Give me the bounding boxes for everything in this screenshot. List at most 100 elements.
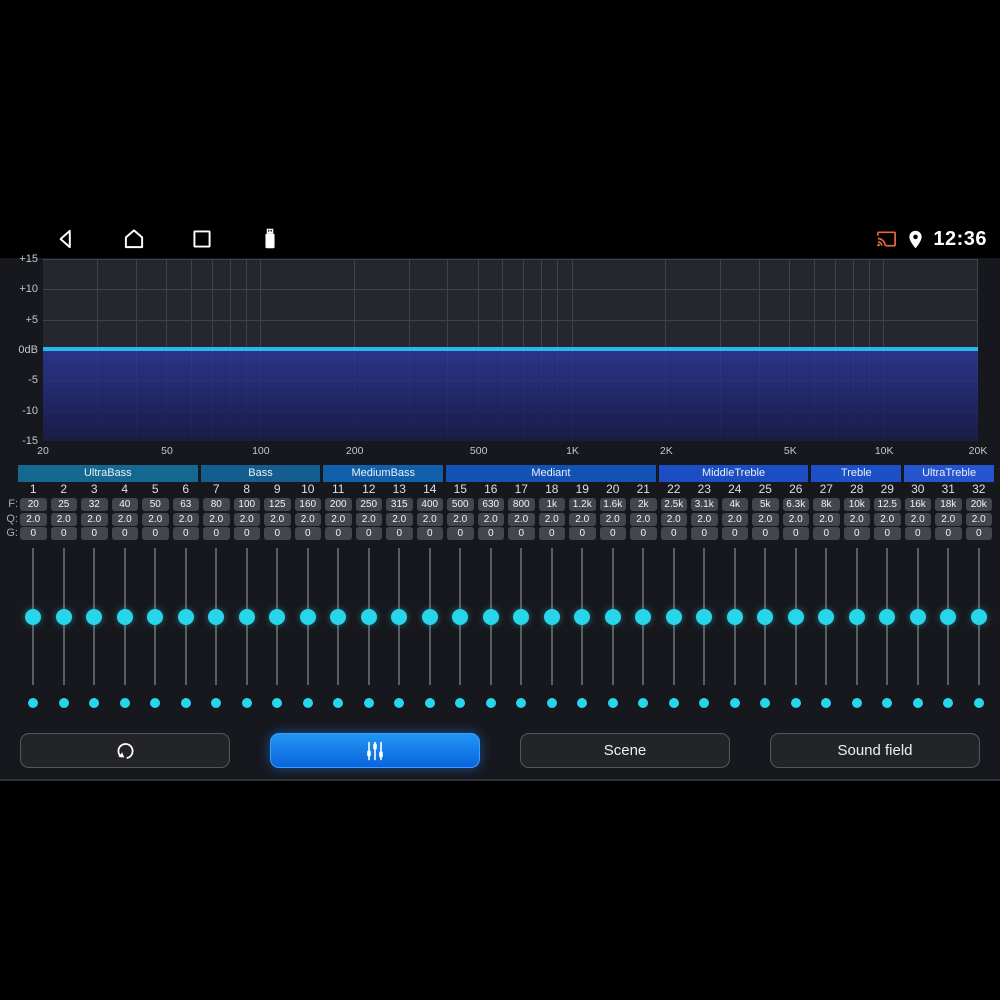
eq-band-slider[interactable]	[689, 548, 720, 685]
slider-knob[interactable]	[665, 608, 682, 625]
band-q-cell[interactable]: 2.0	[20, 512, 47, 526]
band-indicator[interactable]	[354, 696, 385, 709]
band-q-cell[interactable]: 2.0	[386, 512, 413, 526]
eq-band-slider[interactable]	[201, 548, 232, 685]
slider-knob[interactable]	[86, 608, 103, 625]
band-gain-cell[interactable]: 0	[721, 527, 748, 540]
band-indicator[interactable]	[110, 696, 141, 709]
slider-knob[interactable]	[543, 608, 560, 625]
band-gain-cell[interactable]: 0	[508, 527, 535, 540]
band-gain-cell[interactable]: 0	[264, 527, 291, 540]
band-frequency-cell[interactable]: 32	[81, 498, 108, 511]
band-q-cell[interactable]: 2.0	[752, 512, 779, 526]
band-indicator[interactable]	[842, 696, 873, 709]
band-q-cell[interactable]: 2.0	[935, 512, 962, 526]
band-gain-cell[interactable]: 0	[111, 527, 138, 540]
slider-knob[interactable]	[818, 608, 835, 625]
band-frequency-cell[interactable]: 160	[294, 498, 321, 511]
eq-band-slider[interactable]	[781, 548, 812, 685]
eq-band-slider[interactable]	[720, 548, 751, 685]
band-indicator[interactable]	[720, 696, 751, 709]
band-gain-cell[interactable]: 0	[874, 527, 901, 540]
band-indicator[interactable]	[659, 696, 690, 709]
band-q-cell[interactable]: 2.0	[782, 512, 809, 526]
scene-button[interactable]: Scene	[520, 733, 730, 768]
band-indicator[interactable]	[567, 696, 598, 709]
eq-band-slider[interactable]	[79, 548, 110, 685]
slider-knob[interactable]	[574, 608, 591, 625]
band-gain-cell[interactable]: 0	[416, 527, 443, 540]
band-frequency-cell[interactable]: 10k	[843, 498, 870, 511]
band-indicator[interactable]	[445, 696, 476, 709]
band-indicator[interactable]	[262, 696, 293, 709]
band-frequency-cell[interactable]: 12.5	[874, 498, 901, 511]
slider-knob[interactable]	[116, 608, 133, 625]
band-frequency-cell[interactable]: 3.1k	[691, 498, 718, 511]
band-gain-cell[interactable]: 0	[50, 527, 77, 540]
reset-button[interactable]	[20, 733, 230, 768]
slider-knob[interactable]	[635, 608, 652, 625]
band-indicator[interactable]	[415, 696, 446, 709]
band-q-cell[interactable]: 2.0	[843, 512, 870, 526]
eq-band-slider[interactable]	[506, 548, 537, 685]
slider-knob[interactable]	[757, 608, 774, 625]
band-gain-cell[interactable]: 0	[569, 527, 596, 540]
band-gain-cell[interactable]: 0	[691, 527, 718, 540]
slider-knob[interactable]	[848, 608, 865, 625]
band-gain-cell[interactable]: 0	[630, 527, 657, 540]
band-indicator[interactable]	[598, 696, 629, 709]
eq-band-slider[interactable]	[567, 548, 598, 685]
band-gain-cell[interactable]: 0	[599, 527, 626, 540]
band-indicator[interactable]	[140, 696, 171, 709]
eq-band-slider[interactable]	[537, 548, 568, 685]
band-gain-cell[interactable]: 0	[965, 527, 992, 540]
band-gain-cell[interactable]: 0	[355, 527, 382, 540]
band-gain-cell[interactable]: 0	[477, 527, 504, 540]
band-frequency-cell[interactable]: 100	[233, 498, 260, 511]
band-q-cell[interactable]: 2.0	[294, 512, 321, 526]
eq-band-slider[interactable]	[964, 548, 995, 685]
band-q-cell[interactable]: 2.0	[355, 512, 382, 526]
band-frequency-cell[interactable]: 2k	[630, 498, 657, 511]
band-indicator[interactable]	[933, 696, 964, 709]
band-frequency-cell[interactable]: 18k	[935, 498, 962, 511]
band-frequency-cell[interactable]: 63	[172, 498, 199, 511]
eq-band-slider[interactable]	[750, 548, 781, 685]
slider-knob[interactable]	[909, 608, 926, 625]
slider-knob[interactable]	[238, 608, 255, 625]
band-frequency-cell[interactable]: 400	[416, 498, 443, 511]
band-q-cell[interactable]: 2.0	[233, 512, 260, 526]
band-gain-cell[interactable]: 0	[142, 527, 169, 540]
slider-knob[interactable]	[330, 608, 347, 625]
eq-band-slider[interactable]	[18, 548, 49, 685]
slider-knob[interactable]	[208, 608, 225, 625]
slider-knob[interactable]	[940, 608, 957, 625]
band-frequency-cell[interactable]: 80	[203, 498, 230, 511]
band-indicator[interactable]	[79, 696, 110, 709]
sound-field-button[interactable]: Sound field	[770, 733, 980, 768]
eq-band-slider[interactable]	[659, 548, 690, 685]
eq-band-slider[interactable]	[232, 548, 263, 685]
eq-band-slider[interactable]	[262, 548, 293, 685]
band-gain-cell[interactable]: 0	[294, 527, 321, 540]
slider-knob[interactable]	[604, 608, 621, 625]
band-gain-cell[interactable]: 0	[233, 527, 260, 540]
eq-band-slider[interactable]	[628, 548, 659, 685]
eq-band-slider[interactable]	[811, 548, 842, 685]
band-q-cell[interactable]: 2.0	[965, 512, 992, 526]
band-q-cell[interactable]: 2.0	[172, 512, 199, 526]
band-frequency-cell[interactable]: 800	[508, 498, 535, 511]
band-q-cell[interactable]: 2.0	[50, 512, 77, 526]
band-indicator[interactable]	[811, 696, 842, 709]
band-frequency-cell[interactable]: 125	[264, 498, 291, 511]
band-q-cell[interactable]: 2.0	[721, 512, 748, 526]
slider-knob[interactable]	[299, 608, 316, 625]
eq-band-slider[interactable]	[49, 548, 80, 685]
band-gain-cell[interactable]: 0	[203, 527, 230, 540]
band-frequency-cell[interactable]: 500	[447, 498, 474, 511]
eq-band-slider[interactable]	[476, 548, 507, 685]
eq-band-slider[interactable]	[323, 548, 354, 685]
band-indicator[interactable]	[506, 696, 537, 709]
band-gain-cell[interactable]: 0	[935, 527, 962, 540]
band-frequency-cell[interactable]: 1.2k	[569, 498, 596, 511]
